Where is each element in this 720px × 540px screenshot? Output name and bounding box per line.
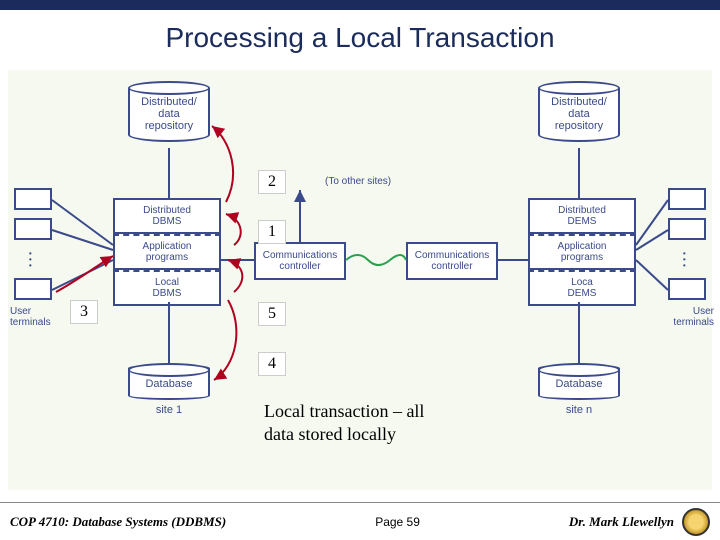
- ucf-logo-icon: [682, 508, 710, 536]
- terminal-box: [14, 188, 52, 210]
- comm-controller-left: Communications controller: [254, 242, 346, 280]
- step-number-5: 5: [258, 302, 286, 326]
- slide-title: Processing a Local Transaction: [0, 10, 720, 62]
- stack-row-local: Loca DEMS: [528, 270, 636, 306]
- cylinder-distributed-repo-right: Distributed/ data repository: [538, 82, 620, 142]
- vertical-dots-icon: ···: [682, 252, 687, 270]
- site-label: site 1: [128, 404, 210, 416]
- stack-row-apps: Application programs: [528, 234, 636, 270]
- stack-row-dbms: Distributed DBMS: [113, 198, 221, 234]
- stack-row-dbms: Distributed DEMS: [528, 198, 636, 234]
- stack-row-apps: Application programs: [113, 234, 221, 270]
- step-number-4: 4: [258, 352, 286, 376]
- cylinder-database-right: Database site n: [538, 364, 620, 416]
- terminal-box: [14, 218, 52, 240]
- diagram: ··· User terminals ··· User terminals Di…: [8, 70, 712, 490]
- footer-author: Dr. Mark Llewellyn: [569, 514, 674, 530]
- cylinder-distributed-repo-left: Distributed/ data repository: [128, 82, 210, 142]
- footer-page: Page 59: [226, 515, 569, 529]
- comm-controller-right: Communications controller: [406, 242, 498, 280]
- title-bar: [0, 0, 720, 10]
- terminals-label: User terminals: [10, 306, 60, 328]
- terminal-box: [668, 188, 706, 210]
- site-label: site n: [538, 404, 620, 416]
- stack-right: Distributed DEMS Application programs Lo…: [528, 198, 636, 306]
- vertical-dots-icon: ···: [28, 252, 33, 270]
- step-number-2: 2: [258, 170, 286, 194]
- footer: COP 4710: Database Systems (DDBMS) Page …: [0, 502, 720, 540]
- step-number-3: 3: [70, 300, 98, 324]
- to-other-sites-label: (To other sites): [325, 176, 391, 187]
- terminal-box: [14, 278, 52, 300]
- cylinder-database-left: Database site 1: [128, 364, 210, 416]
- caption-text: Local transaction – all data stored loca…: [264, 400, 424, 445]
- terminal-box: [668, 278, 706, 300]
- step-number-1: 1: [258, 220, 286, 244]
- terminals-label: User terminals: [664, 306, 714, 328]
- footer-course: COP 4710: Database Systems (DDBMS): [10, 514, 226, 530]
- stack-row-local: Local DBMS: [113, 270, 221, 306]
- terminal-box: [668, 218, 706, 240]
- stack-left: Distributed DBMS Application programs Lo…: [113, 198, 221, 306]
